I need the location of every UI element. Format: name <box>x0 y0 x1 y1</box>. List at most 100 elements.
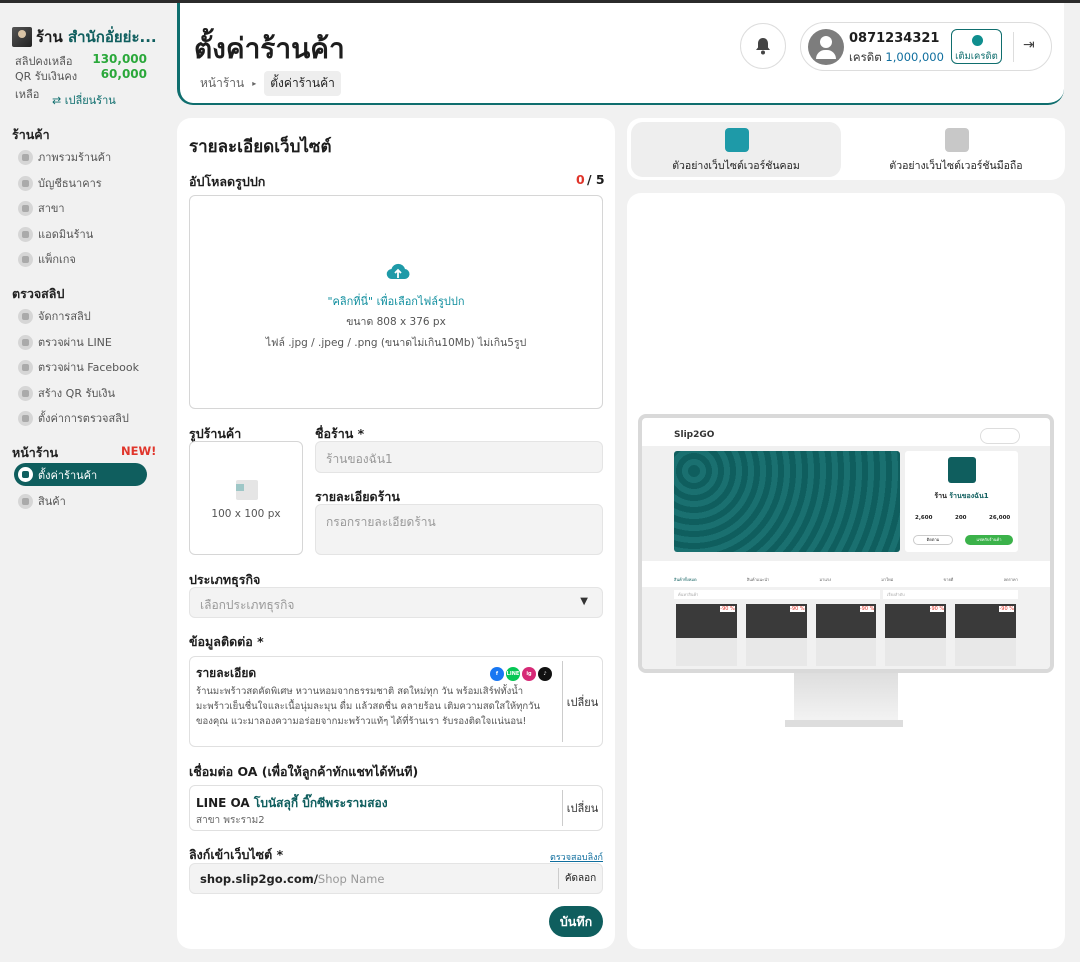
shop-desc-input[interactable]: กรอกรายละเอียดร้าน <box>315 504 603 555</box>
contact-title: รายละเอียด <box>196 666 257 680</box>
preview-discount: -90 % <box>859 606 875 612</box>
save-button[interactable]: บันทึก <box>549 906 603 937</box>
sidebar-item-overview[interactable]: ภาพรวมร้านค้า <box>18 148 111 166</box>
preview-product: -90 % <box>815 604 877 666</box>
breadcrumb-separator-icon: ▸ <box>252 79 257 88</box>
user-phone: 0871234321 <box>849 31 940 46</box>
oa-line: LINE OA โบนัสลุกี้ บิ๊กซีพระรามสอง <box>196 794 388 813</box>
preview-discount: -90 % <box>790 606 805 612</box>
link-placeholder: Shop Name <box>317 872 385 886</box>
cover-max: / 5 <box>587 172 605 187</box>
facebook-icon <box>18 359 33 375</box>
oa-change-button[interactable]: เปลี่ยน <box>562 790 602 826</box>
preview-product: -90 % <box>955 604 1016 666</box>
preview-shop-prefix: ร้าน <box>934 492 947 500</box>
cover-count: 0 <box>576 172 585 187</box>
bell-icon <box>756 38 770 55</box>
logout-icon[interactable]: ⇥ <box>1023 37 1035 53</box>
topup-button[interactable]: เติมเครดิต <box>951 29 1002 64</box>
shop-name: สำนักอั่ยย่ะ... <box>67 28 157 46</box>
sidebar-item-qr[interactable]: สร้าง QR รับเงิน <box>18 384 115 402</box>
preview-logo: Slip2GO <box>674 430 715 440</box>
users-icon <box>18 226 33 242</box>
new-badge: NEW! <box>121 444 157 458</box>
breadcrumb-home[interactable]: หน้าร้าน <box>200 74 244 93</box>
link-input[interactable]: shop.slip2go.com/Shop Name คัดลอก <box>189 863 603 894</box>
preview-cart-icon <box>980 428 1020 444</box>
line-icon <box>18 334 33 350</box>
user-box: 0871234321 เครดิต 1,000,000 เติมเครดิต ⇥ <box>800 22 1052 71</box>
sidebar-item-facebook[interactable]: ตรวจผ่าน Facebook <box>18 358 139 376</box>
preview-tabs: ตัวอย่างเว็บไซต์เวอร์ชันคอม ตัวอย่างเว็บ… <box>627 118 1065 180</box>
business-select[interactable]: เลือกประเภทธุรกิจ ▼ <box>189 587 603 618</box>
document-icon <box>18 308 33 324</box>
preview-discount: -90 % <box>720 606 735 612</box>
tab-desktop[interactable]: ตัวอย่างเว็บไซต์เวอร์ชันคอม <box>631 122 841 177</box>
link-domain: shop.slip2go.com/ <box>200 872 318 886</box>
preview-sort: เรียงลำดับ <box>883 590 1018 599</box>
sidebar-item-label: แอดมินร้าน <box>38 228 94 241</box>
preview-discount: -90 % <box>929 606 945 612</box>
sidebar-item-slip-settings[interactable]: ตั้งค่าการตรวจสลิป <box>18 409 129 427</box>
sidebar-item-label: ตรวจผ่าน Facebook <box>38 361 139 374</box>
oa-name: โบนัสลุกี้ บิ๊กซีพระรามสอง <box>253 796 388 810</box>
preview-category: มาใหม่ <box>881 577 894 582</box>
cloud-upload-icon <box>386 263 410 280</box>
notification-button[interactable] <box>740 23 786 69</box>
sidebar-item-label: สาขา <box>38 202 65 215</box>
contact-box: รายละเอียด f LINE ig ♪ ร้านมะพร้าวสดคัดพิเศ… <box>189 656 603 747</box>
sidebar-item-line[interactable]: ตรวจผ่าน LINE <box>18 333 112 351</box>
business-placeholder: เลือกประเภทธุรกิจ <box>200 598 295 612</box>
oa-box: LINE OA โบนัสลุกี้ บิ๊กซีพระรามสอง สาขา … <box>189 785 603 831</box>
preview-category: ลดราคา <box>1003 577 1018 582</box>
breadcrumb: หน้าร้าน ▸ ตั้งค่าร้านค้า <box>200 71 341 96</box>
sidebar-item-label: จัดการสลิป <box>38 310 91 323</box>
cover-upload-dropzone[interactable]: "คลิกที่นี่" เพื่อเลือกไฟล์รูปปก ขนาด 80… <box>189 195 603 409</box>
facebook-icon: f <box>490 667 504 681</box>
tiktok-icon: ♪ <box>538 667 552 681</box>
preview-product: -90 % <box>676 604 737 666</box>
tab-desktop-label: ตัวอย่างเว็บไซต์เวอร์ชันคอม <box>672 160 800 172</box>
check-link[interactable]: ตรวจสอบลิงก์ <box>550 850 603 864</box>
preview-category: สินค้าทั้งหมด <box>674 577 697 582</box>
sidebar-item-products[interactable]: สินค้า <box>18 492 66 510</box>
desktop-preview-monitor: Slip2GO ร้าน ร้านของฉัน1 2,600 200 26,00… <box>638 414 1054 673</box>
preview-shop-card: ร้าน ร้านของฉัน1 2,600 200 26,000 ติดตาม… <box>905 451 1018 552</box>
sidebar-item-package[interactable]: แพ็กเกจ <box>18 250 76 268</box>
tab-mobile[interactable]: ตัวอย่างเว็บไซต์เวอร์ชันมือถือ <box>851 122 1061 177</box>
user-credit: เครดิต 1,000,000 <box>849 49 944 67</box>
divider <box>1013 32 1014 62</box>
sidebar-item-manage-slip[interactable]: จัดการสลิป <box>18 307 91 325</box>
preview-category-bar: สินค้าทั้งหมด สินค้าแนะนำ มาแรง มาใหม่ ขายดี… <box>674 565 1018 585</box>
store-icon <box>18 467 33 482</box>
credit-value: 1,000,000 <box>885 50 944 64</box>
shop-avatar <box>12 27 32 47</box>
preview-product-row: -90 % -90 % -90 % -90 % -90 % <box>676 604 1016 666</box>
sidebar-item-label: แพ็กเกจ <box>38 253 76 266</box>
section-shop: ร้านค้า <box>12 127 50 142</box>
oa-branch: สาขา พระราม2 <box>196 815 265 826</box>
sidebar-item-admin[interactable]: แอดมินร้าน <box>18 225 93 243</box>
copy-button[interactable]: คัดลอก <box>558 868 602 889</box>
change-shop-link[interactable]: ⇄ เปลี่ยนร้าน <box>52 91 116 109</box>
gear-icon <box>18 251 33 267</box>
oa-prefix: LINE OA <box>196 796 250 810</box>
preview-stat: 26,000 <box>989 515 1011 521</box>
monitor-stand <box>794 673 898 721</box>
preview-shop-logo <box>948 457 976 483</box>
sidebar-item-branch[interactable]: สาขา <box>18 199 65 217</box>
user-avatar[interactable] <box>808 29 844 65</box>
preview-category: มาแรง <box>819 577 832 582</box>
shop-image-upload[interactable]: 100 x 100 px <box>189 441 303 555</box>
settings-icon <box>18 410 33 426</box>
shop-switcher[interactable]: ร้าน สำนักอั่ยย่ะ... <box>12 25 164 49</box>
preview-shop-title: ร้าน ร้านของฉัน1 <box>905 491 1018 502</box>
shop-name-input[interactable]: ร้านของฉัน1 <box>315 441 603 473</box>
preview-discount: -90 % <box>999 606 1014 612</box>
preview-banner <box>674 451 900 552</box>
sidebar-item-store-settings[interactable]: ตั้งค่าร้านค้า <box>14 463 147 486</box>
preview-product: -90 % <box>885 604 947 666</box>
contact-change-button[interactable]: เปลี่ยน <box>562 661 602 742</box>
sidebar-item-label: บัญชีธนาคาร <box>38 177 102 190</box>
sidebar-item-bank[interactable]: บัญชีธนาคาร <box>18 174 102 192</box>
